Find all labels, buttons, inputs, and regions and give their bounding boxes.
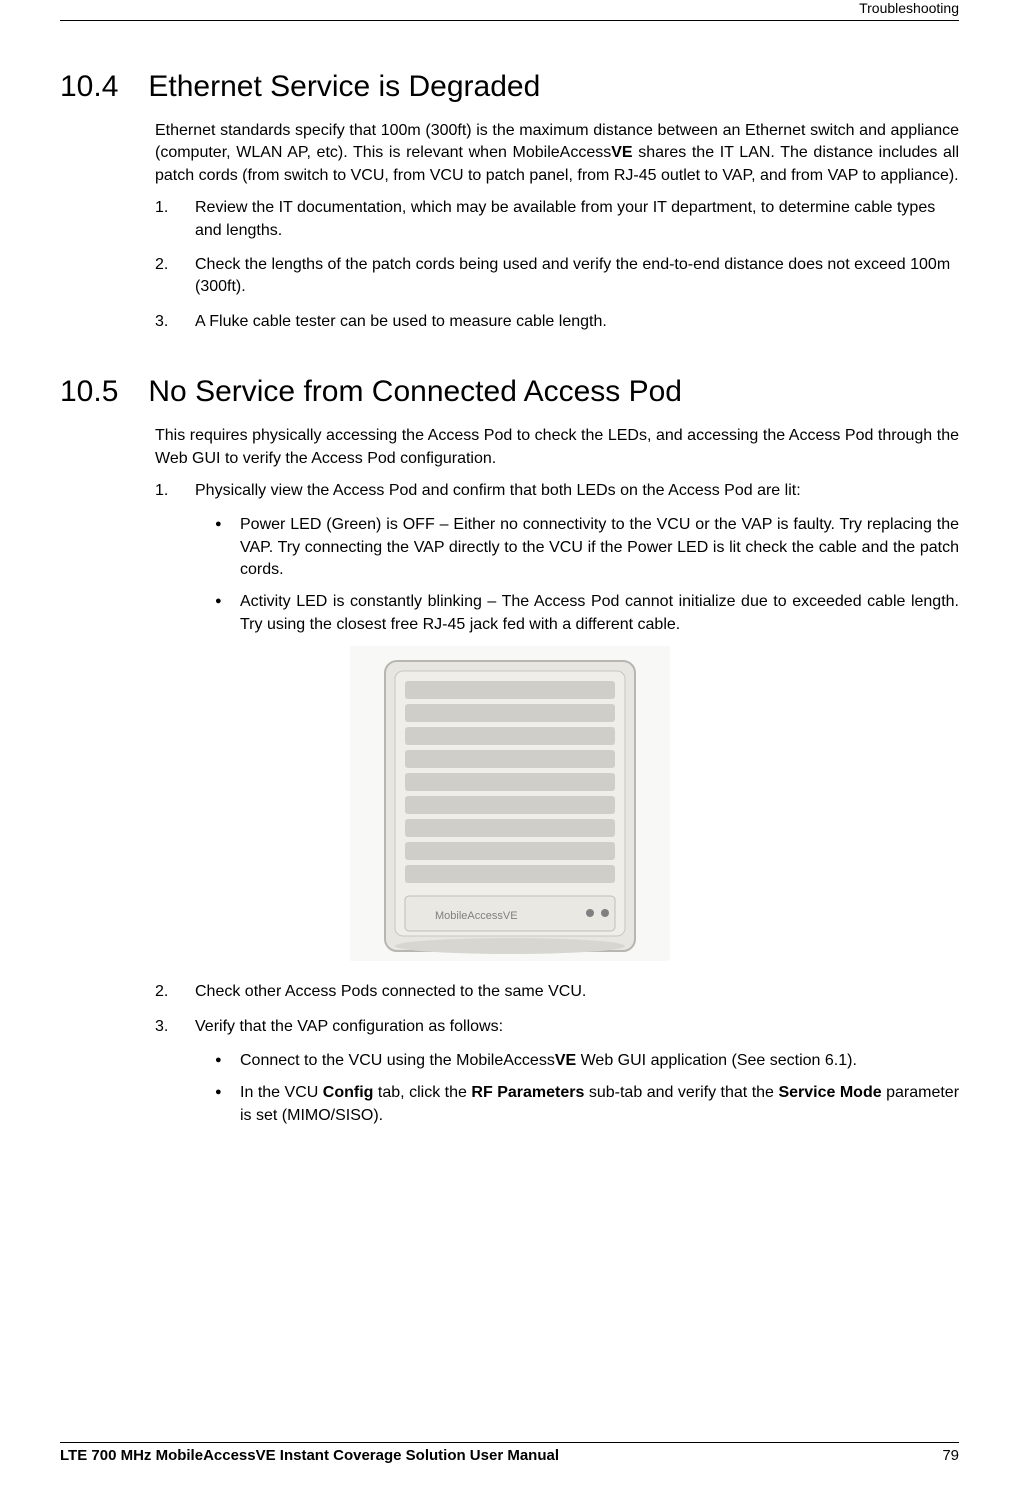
footer-manual-title: LTE 700 MHz MobileAccessVE Instant Cover…: [60, 1447, 559, 1464]
section-title: No Service from Connected Access Pod: [148, 375, 682, 408]
steps-list-10-4: Review the IT documentation, which may b…: [155, 197, 959, 333]
step-item: Check other Access Pods connected to the…: [155, 981, 959, 1003]
bullet-text-cont: Web GUI application (See section 6.1).: [576, 1052, 857, 1069]
bullet-item: In the VCU Config tab, click the RF Para…: [215, 1082, 959, 1127]
sub-bullets-a: Power LED (Green) is OFF – Either no con…: [215, 514, 959, 636]
bullet-item: Power LED (Green) is OFF – Either no con…: [215, 514, 959, 581]
product-name-bold: VE: [611, 144, 632, 161]
page-footer: LTE 700 MHz MobileAccessVE Instant Cover…: [60, 1442, 959, 1464]
page-content: 10.4 Ethernet Service is Degraded Etherne…: [60, 0, 959, 1127]
bullet-item: Activity LED is constantly blinking – Th…: [215, 591, 959, 636]
intro-paragraph-10-4: Ethernet standards specify that 100m (30…: [155, 120, 959, 187]
tab-name-bold: Config: [323, 1084, 374, 1101]
bullet-text: In the VCU: [240, 1084, 323, 1101]
bullet-text: tab, click the: [373, 1084, 471, 1101]
section-title: Ethernet Service is Degraded: [148, 70, 540, 103]
sub-bullets-b: Connect to the VCU using the MobileAcces…: [215, 1050, 959, 1127]
subtab-name-bold: RF Parameters: [471, 1084, 584, 1101]
step-item: Check the lengths of the patch cords bei…: [155, 254, 959, 299]
section-heading-10-5: 10.5 No Service from Connected Access Pod: [60, 375, 959, 409]
access-pod-image: MobileAccessVE: [350, 646, 670, 961]
step-item: Review the IT documentation, which may b…: [155, 197, 959, 242]
bullet-text: Connect to the VCU using the MobileAcces…: [240, 1052, 555, 1069]
step-item: Physically view the Access Pod and confi…: [155, 480, 959, 502]
footer-rule: [60, 1442, 959, 1443]
param-name-bold: Service Mode: [778, 1084, 881, 1101]
header-chapter: Troubleshooting: [859, 0, 959, 16]
footer-page-number: 79: [942, 1447, 959, 1464]
intro-paragraph-10-5: This requires physically accessing the A…: [155, 425, 959, 470]
svg-text:MobileAccessVE: MobileAccessVE: [435, 910, 518, 922]
section-number: 10.5: [60, 375, 118, 409]
steps-list-10-5-cont: Check other Access Pods connected to the…: [155, 981, 959, 1038]
section-number: 10.4: [60, 70, 118, 104]
bullet-item: Connect to the VCU using the MobileAcces…: [215, 1050, 959, 1072]
step-item: Verify that the VAP configuration as fol…: [155, 1016, 959, 1038]
bullet-text: sub-tab and verify that the: [584, 1084, 778, 1101]
header-rule: [60, 20, 959, 21]
step-item: A Fluke cable tester can be used to meas…: [155, 311, 959, 333]
section-heading-10-4: 10.4 Ethernet Service is Degraded: [60, 70, 959, 104]
steps-list-10-5: Physically view the Access Pod and confi…: [155, 480, 959, 502]
product-name-bold: VE: [555, 1052, 576, 1069]
